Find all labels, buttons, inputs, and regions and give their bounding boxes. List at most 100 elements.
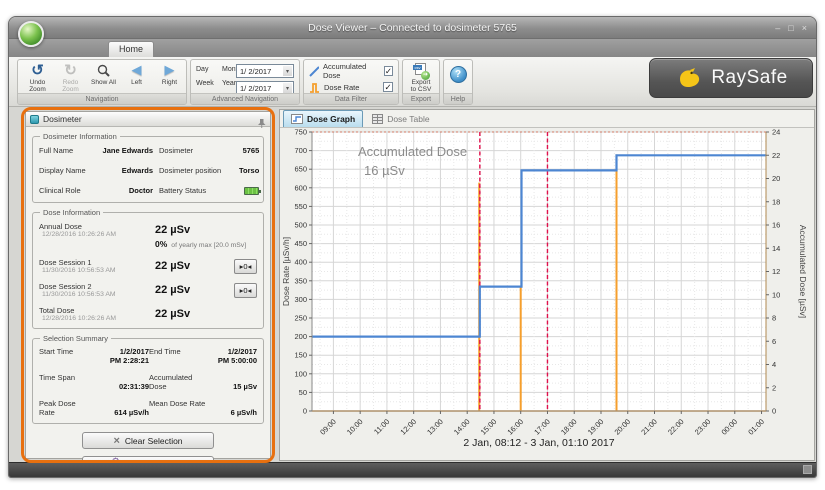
svg-text:Accumulated Dose: Accumulated Dose	[358, 144, 467, 159]
ribbon-tabstrip: Home	[9, 39, 816, 57]
resize-grip[interactable]	[803, 465, 812, 474]
undo-zoom-label: Undo Zoom	[22, 79, 53, 94]
svg-text:550: 550	[294, 202, 307, 211]
dose-information-group: Dose Information Annual Dose 12/28/2016 …	[32, 212, 264, 329]
position-value: Torso	[239, 166, 259, 175]
svg-text:21:00: 21:00	[639, 417, 659, 437]
clear-x-icon: ×	[113, 435, 119, 447]
app-window: Dose Viewer – Connected to dosimeter 576…	[8, 16, 817, 478]
accumulated-dose-filter: Accumulated Dose ✓	[304, 64, 398, 78]
svg-text:750: 750	[294, 128, 307, 137]
dose-graph-icon	[291, 114, 303, 124]
reset-session-1-button[interactable]: ▸0◂	[234, 259, 257, 274]
svg-text:650: 650	[294, 165, 307, 174]
dosimeter-label: Dosimeter	[159, 146, 239, 155]
data-filter-caption: Data Filter	[304, 93, 398, 104]
app-logo-orb-icon[interactable]	[18, 21, 44, 47]
tab-home[interactable]: Home	[108, 41, 154, 57]
accumulated-dose-checkbox[interactable]: ✓	[384, 66, 393, 76]
ribbon-group-export: csv ➜ Export to CSV Export	[402, 59, 440, 105]
svg-text:16: 16	[772, 221, 780, 230]
svg-text:6: 6	[772, 337, 776, 346]
svg-text:17:00: 17:00	[532, 417, 552, 437]
svg-text:500: 500	[294, 221, 307, 230]
ribbon: ↺ Undo Zoom ↻ Redo Zoom Show All	[9, 57, 816, 107]
redo-zoom-label: Redo Zoom	[55, 79, 86, 94]
svg-text:19:00: 19:00	[586, 417, 606, 437]
pan-left-button[interactable]: ◀ Left	[121, 62, 152, 94]
raysafe-logo: RaySafe	[649, 58, 813, 98]
left-axis-title: Dose Rate [µSv/h]	[281, 237, 291, 306]
show-all-button[interactable]: Show All	[88, 62, 119, 94]
reset-session-2-button[interactable]: ▸0◂	[234, 283, 257, 298]
selection-summary-caption: Selection Summary	[40, 334, 111, 343]
dose-session-2-row: Dose Session 2 11/30/2016 10:56:53 AM 22…	[33, 282, 263, 298]
svg-text:600: 600	[294, 183, 307, 192]
svg-text:0: 0	[772, 407, 776, 416]
right-axis-title: Accumulated Dose [µSv]	[798, 225, 808, 318]
dose-information-caption: Dose Information	[40, 208, 103, 217]
mode-day[interactable]: Day	[196, 66, 216, 73]
view-tabs: Dose Graph Dose Table	[280, 110, 814, 128]
export-arrow-icon: ➜	[421, 71, 430, 80]
redo-zoom-icon: ↻	[64, 62, 77, 79]
mean-dose-rate-value: 6 µSv/h	[207, 408, 257, 417]
svg-text:150: 150	[294, 351, 307, 360]
svg-text:18:00: 18:00	[559, 417, 579, 437]
export-to-csv-button[interactable]: csv ➜ Export to CSV	[403, 60, 439, 94]
pin-icon[interactable]	[257, 115, 266, 133]
svg-text:200: 200	[294, 332, 307, 341]
pan-right-button[interactable]: ▶ Right	[154, 62, 185, 94]
svg-text:22:00: 22:00	[666, 417, 686, 437]
battery-status-label: Battery Status	[159, 186, 239, 195]
dose-session-1-label: Dose Session 1	[39, 258, 155, 267]
clinical-role-label: Clinical Role	[39, 186, 97, 195]
navigation-caption: Navigation	[18, 93, 186, 104]
close-button[interactable]: ×	[802, 23, 807, 33]
svg-text:11:00: 11:00	[372, 417, 391, 436]
x-axis-title: 2 Jan, 08:12 - 3 Jan, 01:10 2017	[463, 437, 614, 449]
time-span-label: Time Span	[39, 373, 87, 391]
status-bar	[9, 462, 816, 477]
help-caption: Help	[444, 93, 472, 104]
display-name-value: Edwards	[97, 166, 159, 175]
undo-zoom-button[interactable]: ↺ Undo Zoom	[22, 62, 53, 94]
peak-dose-rate-value: 614 µSv/h	[87, 408, 149, 417]
help-button[interactable]: ?	[450, 66, 467, 83]
mode-week[interactable]: Week	[196, 80, 216, 87]
svg-text:01:00: 01:00	[746, 417, 766, 437]
battery-icon	[244, 187, 259, 195]
tab-dose-graph[interactable]: Dose Graph	[283, 110, 363, 127]
svg-text:450: 450	[294, 239, 307, 248]
dose-rate-checkbox[interactable]: ✓	[383, 82, 393, 92]
svg-text:10: 10	[772, 290, 780, 299]
dosimeter-information-caption: Dosimeter Information	[40, 132, 120, 141]
clinical-role-value: Doctor	[97, 186, 159, 195]
dropdown-arrow-icon[interactable]: ▾	[283, 66, 292, 76]
right-arrow-icon: ▶	[165, 63, 175, 78]
svg-text:20:00: 20:00	[613, 417, 633, 437]
dose-graph-tab-label: Dose Graph	[307, 114, 355, 124]
start-date-picker[interactable]: 1/ 2/2017 ▾	[236, 64, 294, 78]
clear-selection-button[interactable]: × Clear Selection	[82, 432, 214, 449]
ribbon-group-help: ? Help	[443, 59, 473, 105]
svg-text:4: 4	[772, 360, 776, 369]
tab-dose-table[interactable]: Dose Table	[365, 110, 436, 127]
dropdown-arrow-icon[interactable]: ▾	[283, 83, 292, 93]
time-span-value: 02:31:39	[87, 382, 149, 391]
dose-session-1-timestamp: 11/30/2016 10:56:53 AM	[42, 267, 155, 274]
dose-graph-panel: Dose Graph Dose Table 050100150200250300…	[279, 109, 815, 461]
maximize-button[interactable]: □	[788, 23, 793, 33]
svg-text:24: 24	[772, 128, 780, 137]
svg-text:23:00: 23:00	[693, 417, 713, 437]
export-caption: Export	[403, 93, 439, 104]
svg-text:00:00: 00:00	[720, 417, 740, 437]
dose-session-1-row: Dose Session 1 11/30/2016 10:56:53 AM 22…	[33, 258, 263, 274]
svg-text:300: 300	[294, 295, 307, 304]
minimize-button[interactable]: –	[775, 23, 780, 33]
redo-zoom-button[interactable]: ↻ Redo Zoom	[55, 62, 86, 94]
end-date-value: 1/ 2/2017	[240, 84, 271, 93]
ribbon-group-advanced-navigation: Day Month Week Year 1/ 2/2017 ▾ 1/ 2/201…	[190, 59, 300, 105]
yearly-max-note: of yearly max [20.0 mSv]	[171, 242, 246, 249]
accumulated-dose-filter-label: Accumulated Dose	[323, 62, 380, 80]
